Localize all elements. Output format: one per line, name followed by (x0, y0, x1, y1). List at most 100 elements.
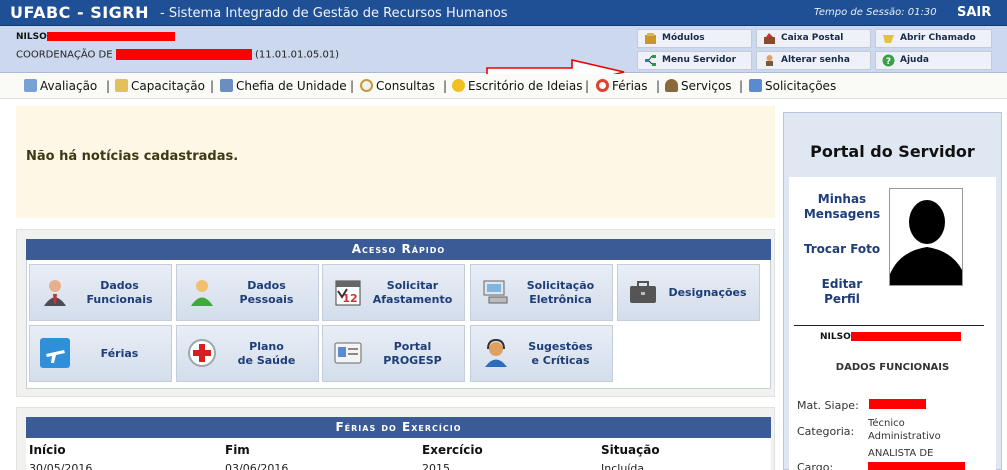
redaction-bar (869, 399, 926, 409)
menu-separator: | (739, 79, 744, 93)
modules-shortcut[interactable]: Módulos (637, 29, 752, 48)
tile-label: Sugestões e Críticas (528, 339, 593, 367)
menu-separator: | (585, 79, 590, 93)
tile-dados-funcionais[interactable]: Dados Funcionais (29, 264, 172, 321)
magnifier-icon (360, 79, 373, 92)
help-shortcut[interactable]: ? Ajuda (875, 51, 992, 70)
tile-designacoes[interactable]: Designações (617, 264, 760, 321)
shortcut-label: Módulos (662, 33, 705, 43)
tile-solicitar-afastamento[interactable]: 12 Solicitar Afastamento (322, 264, 465, 321)
menu-separator: | (350, 79, 355, 93)
menu-separator: | (106, 79, 111, 93)
top-bar: UFABC - SIGRH - Sistema Integrado de Ges… (0, 0, 1007, 26)
menu-avaliacao[interactable]: Avaliação (24, 79, 97, 93)
notepad-icon (115, 79, 128, 92)
menu-tree-icon (645, 55, 656, 66)
tile-label: Solicitar Afastamento (372, 278, 453, 306)
quick-access-title: Acesso Rápido (26, 239, 771, 260)
person-green-icon (191, 280, 213, 306)
edit-profile-link[interactable]: Editar Perfil (802, 277, 882, 307)
redaction-bar (115, 49, 252, 60)
news-message: Não há notícias cadastradas. (26, 149, 239, 164)
table-cell: 30/05/2016 (29, 462, 93, 470)
app-subtitle: - Sistema Integrado de Gestão de Recurso… (160, 6, 508, 21)
field-label: Mat. Siape: (797, 399, 859, 412)
app-title: UFABC - SIGRH (10, 3, 150, 22)
tile-label: Portal PROGESP (383, 339, 442, 367)
user-photo (889, 188, 963, 286)
shortcut-label: Alterar senha (781, 55, 850, 65)
org-chart-icon (220, 79, 233, 92)
change-password-shortcut[interactable]: Alterar senha (756, 51, 871, 70)
logout-link[interactable]: SAIR (957, 5, 991, 20)
redaction-bar (850, 332, 961, 341)
tile-solicitacao-eletronica[interactable]: Solicitação Eletrônica (470, 264, 613, 321)
user-info-bar: NILSO COORDENAÇÃO DE (11.01.01.05.01) Mó… (0, 26, 1007, 87)
tile-dados-pessoais[interactable]: Dados Pessoais (176, 264, 319, 321)
headset-icon (485, 338, 507, 367)
open-ticket-shortcut[interactable]: Abrir Chamado (875, 29, 992, 48)
tile-portal-progesp[interactable]: Portal PROGESP (322, 325, 465, 382)
lifebuoy-icon (596, 79, 609, 92)
user-name: NILSO (16, 32, 47, 42)
shortcut-label: Menu Servidor (662, 55, 737, 65)
news-panel: Não há notícias cadastradas. (16, 106, 775, 218)
menu-escritorio-de-ideias[interactable]: Escritório de Ideias (452, 79, 582, 93)
server-portal-panel: Portal do Servidor Minhas Mensagens Troc… (783, 112, 1002, 470)
redaction-bar (46, 32, 175, 41)
menu-chefia-de-unidade[interactable]: Chefia de Unidade (220, 79, 347, 93)
change-photo-link[interactable]: Trocar Foto (802, 242, 882, 257)
mailbox-shortcut[interactable]: Caixa Postal (756, 29, 871, 48)
lightbulb-icon (452, 79, 465, 92)
briefcase-icon (630, 281, 656, 303)
tile-label: Dados Pessoais (239, 278, 294, 306)
mailbox-icon (764, 33, 775, 44)
modules-icon (645, 33, 656, 44)
vacation-title: Férias do Exercício (26, 417, 771, 438)
menu-solicitacoes[interactable]: Solicitações (749, 79, 836, 93)
menu-servicos[interactable]: Serviços (665, 79, 732, 93)
column-header-exercicio: Exercício (422, 443, 483, 457)
menu-ferias[interactable]: Férias (596, 79, 648, 93)
calendar-icon: 12 (335, 280, 361, 306)
portal-user-name: NILSO (820, 332, 961, 342)
tile-label: Plano de Saúde (237, 339, 296, 367)
tile-label: Designações (668, 285, 747, 299)
menu-separator: | (443, 79, 448, 93)
field-value: Técnico Administrativo (868, 418, 941, 442)
shortcut-label: Ajuda (900, 55, 929, 65)
coordination-prefix: COORDENAÇÃO DE (16, 49, 113, 61)
menu-separator: | (210, 79, 215, 93)
id-card-icon (334, 342, 362, 364)
avatar-silhouette-icon (890, 200, 962, 285)
person-icon (665, 79, 678, 92)
password-user-icon (766, 55, 773, 66)
shortcut-label: Abrir Chamado (900, 33, 976, 43)
functional-data-heading: DADOS FUNCIONAIS (835, 362, 950, 373)
portal-title: Portal do Servidor (810, 142, 975, 161)
tile-plano-de-saude[interactable]: Plano de Saúde (176, 325, 319, 382)
field-value: ANALISTA DE (868, 448, 934, 459)
tile-sugestoes-e-criticas[interactable]: Sugestões e Críticas (470, 325, 613, 382)
server-menu-shortcut[interactable]: Menu Servidor (637, 51, 752, 70)
coordination-code: (11.01.01.05.01) (254, 49, 340, 61)
session-timer: Tempo de Sessão: 01:30 (814, 7, 937, 18)
table-cell: 03/06/2016 (225, 462, 289, 470)
field-label: Categoria: (797, 425, 855, 438)
health-cross-icon (188, 339, 216, 367)
table-cell: Incluída (601, 462, 645, 470)
airplane-icon (40, 338, 70, 368)
user-name-line: NILSO (16, 32, 175, 42)
menu-consultas[interactable]: Consultas (360, 79, 435, 93)
document-icon (749, 79, 762, 92)
main-menu-bar: Avaliação | Capacitação | Chefia de Unid… (0, 74, 1007, 99)
tile-label: Solicitação Eletrônica (526, 278, 595, 306)
portal-divider (794, 325, 984, 326)
column-header-fim: Fim (225, 443, 250, 457)
tile-ferias[interactable]: Férias (29, 325, 172, 382)
table-cell: 2015 (422, 462, 450, 470)
shortcut-label: Caixa Postal (781, 33, 844, 43)
my-messages-link[interactable]: Minhas Mensagens (802, 192, 882, 222)
menu-capacitacao[interactable]: Capacitação (115, 79, 205, 93)
redaction-bar (868, 462, 965, 470)
